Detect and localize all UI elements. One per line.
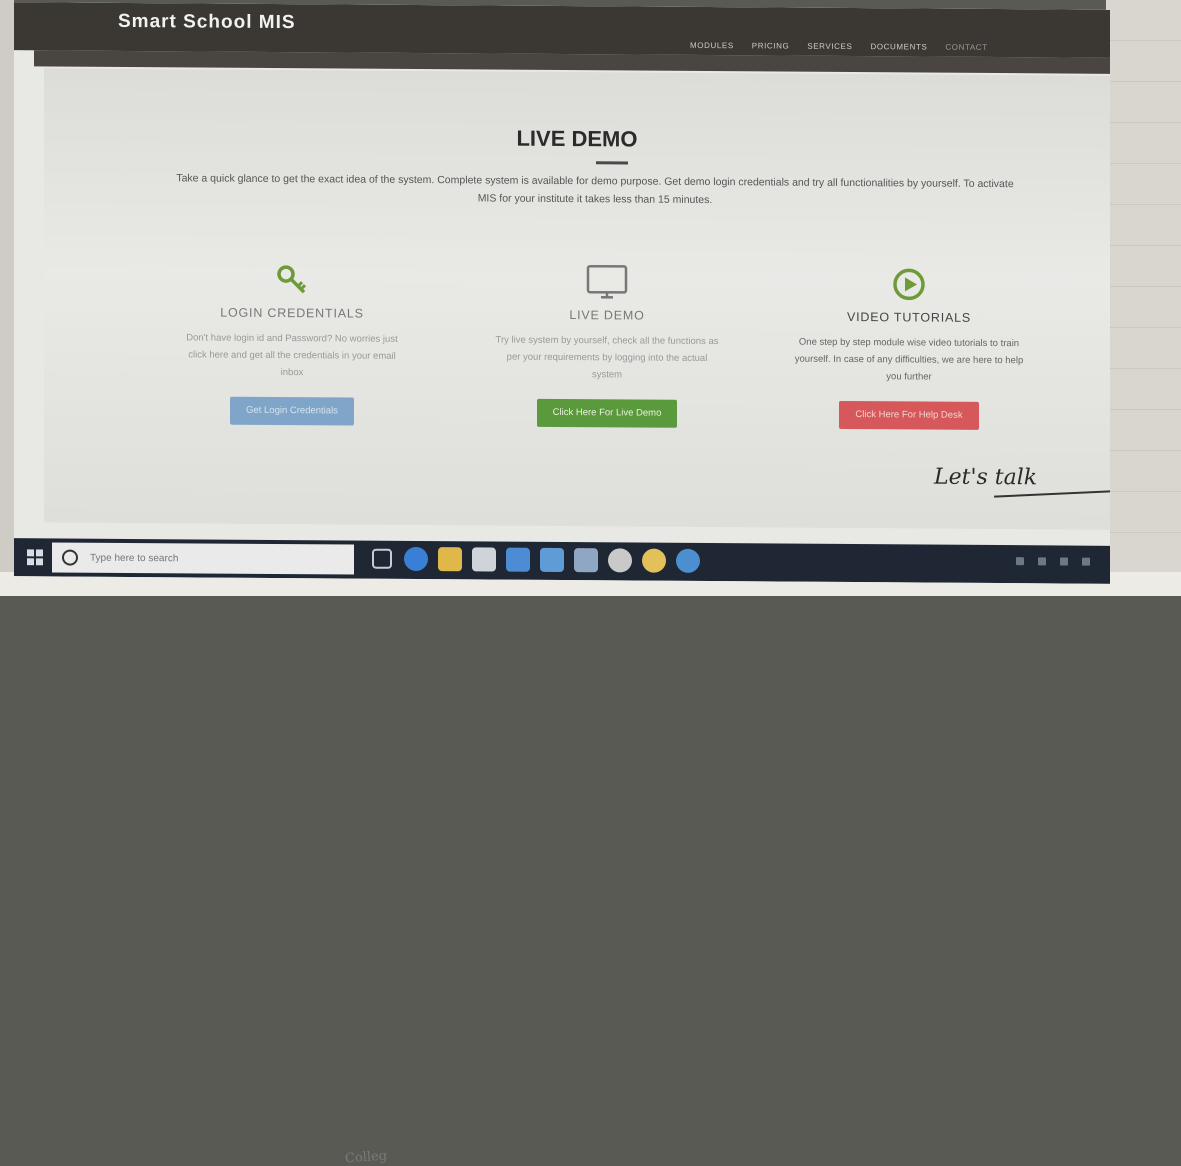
taskbar-search-input[interactable] [88,551,322,566]
nav-modules[interactable]: MODULES [690,41,734,50]
volume-icon[interactable] [1038,557,1046,565]
battery-icon[interactable] [1060,557,1068,565]
card-description: Try live system by yourself, check all t… [492,332,722,385]
live-demo-section: LIVE DEMO Take a quick glance to get the… [44,68,1110,529]
lets-talk-signature[interactable]: Let's talk [934,465,1037,491]
play-circle-icon [794,264,1024,306]
system-tray [1016,557,1090,566]
notification-icon[interactable] [1082,558,1090,566]
card-description: Don't have login id and Password? No wor… [177,329,407,382]
live-demo-button[interactable]: Click Here For Live Demo [537,399,678,428]
live-demo-card: LIVE DEMO Try live system by yourself, c… [492,262,722,429]
chrome-icon[interactable] [608,548,632,572]
browser-icon[interactable] [642,549,666,573]
card-heading: VIDEO TUTORIALS [794,310,1024,326]
main-nav: MODULES PRICING SERVICES DOCUMENTS CONTA… [690,41,988,52]
mail-icon[interactable] [506,548,530,572]
monitor-screen: Smart School MIS MODULES PRICING SERVICE… [14,2,1110,584]
card-heading: LOGIN CREDENTIALS [177,305,407,321]
weather-icon[interactable] [676,549,700,573]
file-explorer-icon[interactable] [438,547,462,571]
key-icon [177,259,407,301]
video-tutorials-card: VIDEO TUTORIALS One step by step module … [794,264,1024,431]
help-desk-button[interactable]: Click Here For Help Desk [839,401,978,430]
page-title: LIVE DEMO [44,122,1110,155]
card-description: One step by step module wise video tutor… [794,334,1024,387]
signature-underline [994,489,1110,497]
monitor-icon [492,262,722,304]
task-view-icon[interactable] [372,549,392,569]
card-heading: LIVE DEMO [492,308,722,324]
get-login-credentials-button[interactable]: Get Login Credentials [230,397,354,426]
cortana-icon [62,550,78,566]
windows-start-icon[interactable] [24,548,46,566]
brand-logo[interactable]: Smart School MIS [118,11,296,34]
intro-text: Take a quick glance to get the exact ide… [170,169,1020,211]
app-icon[interactable] [574,548,598,572]
nav-documents[interactable]: DOCUMENTS [870,42,927,51]
edge-icon[interactable] [404,547,428,571]
handwritten-note: Colleg [345,1149,388,1166]
taskbar-search[interactable] [52,542,354,574]
title-divider [596,161,628,164]
taskbar-pinned-apps [370,547,700,573]
nav-services[interactable]: SERVICES [807,42,852,51]
store-icon[interactable] [472,547,496,571]
photos-icon[interactable] [540,548,564,572]
nav-pricing[interactable]: PRICING [752,41,790,50]
nav-contact[interactable]: CONTACT [945,43,987,52]
network-icon[interactable] [1016,557,1024,565]
photo-background-right [1106,0,1181,596]
photo-background-left [0,0,14,596]
site-header: Smart School MIS MODULES PRICING SERVICE… [14,2,1110,58]
login-credentials-card: LOGIN CREDENTIALS Don't have login id an… [177,259,407,426]
taskbar [14,538,1110,584]
